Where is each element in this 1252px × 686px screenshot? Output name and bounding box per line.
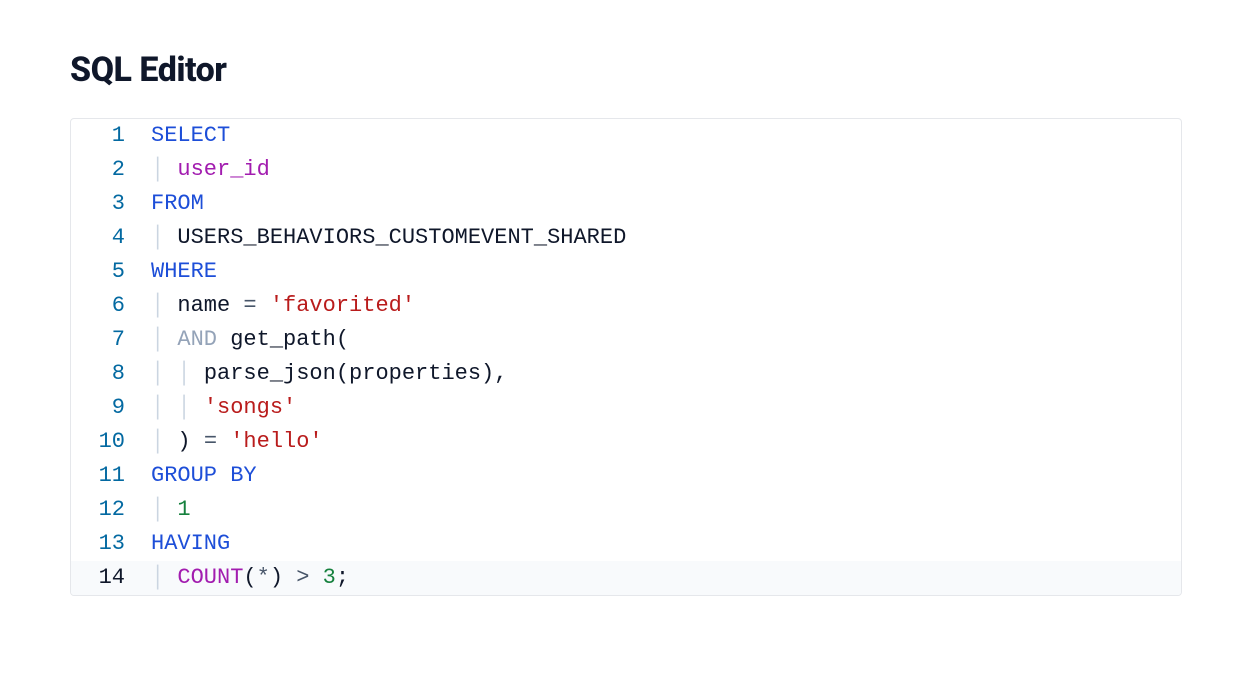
code-line[interactable]: 11 GROUP BY bbox=[71, 459, 1181, 493]
line-number: 8 bbox=[71, 357, 143, 391]
token-guide: │ │ bbox=[151, 361, 204, 386]
code-content[interactable]: │ AND get_path( bbox=[143, 323, 349, 357]
token-plain: USERS_BEHAVIORS_CUSTOMEVENT_SHARED bbox=[177, 225, 626, 250]
token-str: 'favorited' bbox=[270, 293, 415, 318]
token-guide: │ bbox=[151, 429, 177, 454]
token-plain: name bbox=[177, 293, 243, 318]
code-content[interactable]: GROUP BY bbox=[143, 459, 257, 493]
line-number: 4 bbox=[71, 221, 143, 255]
token-plain bbox=[217, 429, 230, 454]
page-title: SQL Editor bbox=[70, 50, 1182, 90]
token-guide: │ bbox=[151, 497, 177, 522]
code-line[interactable]: 7│ AND get_path( bbox=[71, 323, 1181, 357]
token-guide: │ bbox=[151, 293, 177, 318]
code-content[interactable]: │ │ parse_json(properties), bbox=[143, 357, 507, 391]
sql-editor-panel: SQL Editor 1SELECT2│ user_id3FROM4│ USER… bbox=[0, 0, 1252, 596]
token-id: COUNT bbox=[177, 565, 243, 590]
token-str: 'songs' bbox=[204, 395, 296, 420]
line-number: 5 bbox=[71, 255, 143, 289]
token-guide: │ bbox=[151, 327, 177, 352]
code-content[interactable]: │ USERS_BEHAVIORS_CUSTOMEVENT_SHARED bbox=[143, 221, 626, 255]
code-line[interactable]: 10│ ) = 'hello' bbox=[71, 425, 1181, 459]
token-op: = bbox=[243, 293, 256, 318]
token-kw: FROM bbox=[151, 191, 204, 216]
code-editor[interactable]: 1SELECT2│ user_id3FROM4│ USERS_BEHAVIORS… bbox=[70, 118, 1182, 596]
code-line[interactable]: 2│ user_id bbox=[71, 153, 1181, 187]
code-content[interactable]: │ │ 'songs' bbox=[143, 391, 296, 425]
token-plain: ; bbox=[336, 565, 349, 590]
code-content[interactable]: WHERE bbox=[143, 255, 217, 289]
code-line[interactable]: 12│ 1 bbox=[71, 493, 1181, 527]
token-plain: get_path( bbox=[217, 327, 349, 352]
code-line[interactable]: 1 SELECT bbox=[71, 119, 1181, 153]
line-number: 2 bbox=[71, 153, 143, 187]
code-content[interactable]: │ ) = 'hello' bbox=[143, 425, 323, 459]
line-number: 14 bbox=[71, 561, 143, 595]
token-op: > bbox=[296, 565, 309, 590]
token-kw: WHERE bbox=[151, 259, 217, 284]
token-guide: │ │ bbox=[151, 395, 204, 420]
token-str: 'hello' bbox=[230, 429, 322, 454]
line-number: 9 bbox=[71, 391, 143, 425]
line-number: 1 bbox=[71, 119, 143, 153]
code-line[interactable]: 3 FROM bbox=[71, 187, 1181, 221]
line-number: 13 bbox=[71, 527, 143, 561]
token-kw: SELECT bbox=[151, 123, 230, 148]
code-content[interactable]: HAVING bbox=[143, 527, 230, 561]
token-kw: GROUP BY bbox=[151, 463, 257, 488]
token-num: 1 bbox=[177, 497, 190, 522]
code-line[interactable]: 13 HAVING bbox=[71, 527, 1181, 561]
code-line[interactable]: 8│ │ parse_json(properties), bbox=[71, 357, 1181, 391]
code-content[interactable]: │ user_id bbox=[143, 153, 270, 187]
line-number: 12 bbox=[71, 493, 143, 527]
token-kw: HAVING bbox=[151, 531, 230, 556]
token-andop: AND bbox=[177, 327, 217, 352]
code-content[interactable]: │ name = 'favorited' bbox=[143, 289, 415, 323]
code-content[interactable]: SELECT bbox=[143, 119, 230, 153]
line-number: 6 bbox=[71, 289, 143, 323]
line-number: 3 bbox=[71, 187, 143, 221]
code-line[interactable]: 4│ USERS_BEHAVIORS_CUSTOMEVENT_SHARED bbox=[71, 221, 1181, 255]
token-plain: ) bbox=[270, 565, 296, 590]
code-line[interactable]: 14│ COUNT(*) > 3; bbox=[71, 561, 1181, 595]
code-content[interactable]: │ 1 bbox=[143, 493, 191, 527]
token-plain bbox=[309, 565, 322, 590]
token-plain: parse_json(properties), bbox=[204, 361, 508, 386]
token-plain bbox=[257, 293, 270, 318]
token-num: 3 bbox=[323, 565, 336, 590]
token-op: * bbox=[257, 565, 270, 590]
code-line[interactable]: 6│ name = 'favorited' bbox=[71, 289, 1181, 323]
code-content[interactable]: │ COUNT(*) > 3; bbox=[143, 561, 349, 595]
token-id: user_id bbox=[177, 157, 269, 182]
line-number: 11 bbox=[71, 459, 143, 493]
token-plain: ) bbox=[177, 429, 203, 454]
token-plain: ( bbox=[243, 565, 256, 590]
line-number: 10 bbox=[71, 425, 143, 459]
token-op: = bbox=[204, 429, 217, 454]
line-number: 7 bbox=[71, 323, 143, 357]
token-guide: │ bbox=[151, 157, 177, 182]
code-line[interactable]: 9│ │ 'songs' bbox=[71, 391, 1181, 425]
token-guide: │ bbox=[151, 225, 177, 250]
code-line[interactable]: 5 WHERE bbox=[71, 255, 1181, 289]
token-guide: │ bbox=[151, 565, 177, 590]
code-content[interactable]: FROM bbox=[143, 187, 204, 221]
